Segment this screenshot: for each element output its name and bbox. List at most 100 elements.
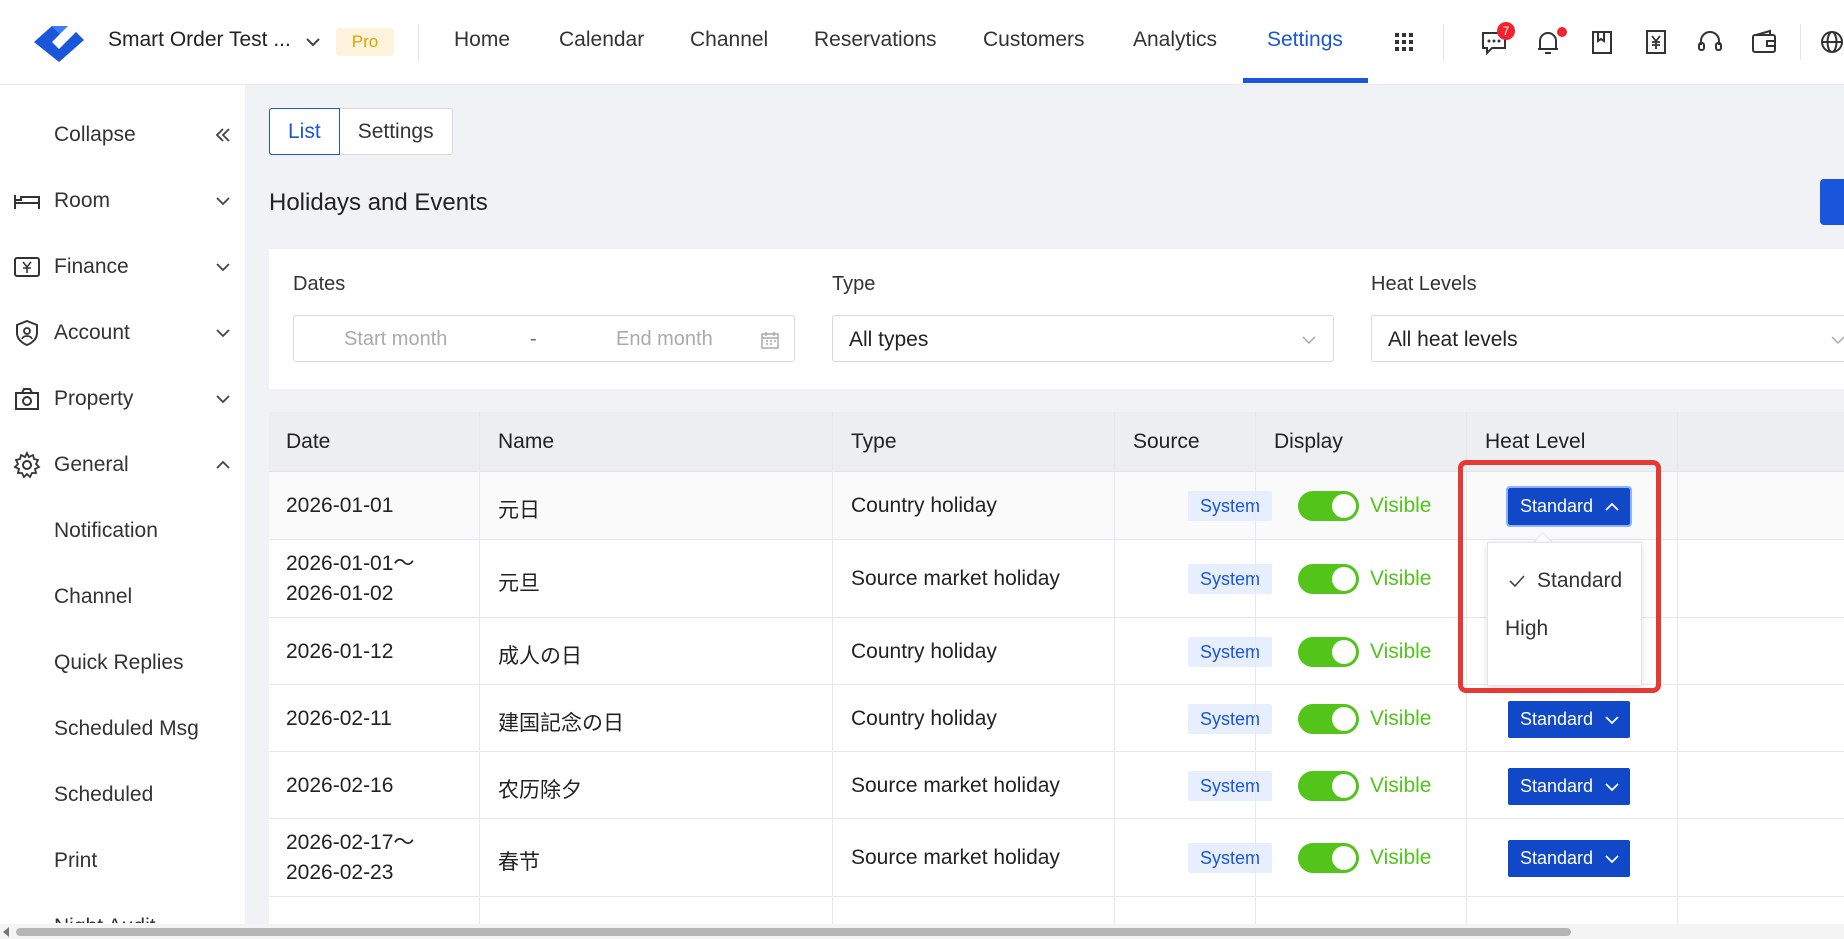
apps-grid-icon[interactable]	[1388, 26, 1420, 58]
date-cell: 2026-01-12	[286, 639, 394, 663]
name-cell: 元旦	[498, 572, 540, 595]
column-divider	[1255, 412, 1256, 928]
chevron-down-icon	[1605, 715, 1619, 724]
tab-settings[interactable]: Settings	[339, 108, 453, 155]
display-status: Visible	[1370, 846, 1432, 869]
date-cell: 2026-02-11	[286, 706, 392, 730]
type-select-value: All types	[849, 328, 929, 351]
horizontal-scrollbar[interactable]	[0, 924, 1844, 939]
nav-settings[interactable]: Settings	[1267, 28, 1343, 52]
column-divider	[1114, 412, 1115, 928]
sidebar-subitem-print[interactable]: Print	[0, 841, 245, 881]
column-header-source: Source	[1133, 430, 1200, 453]
date-end: 2026-01-02	[286, 582, 394, 605]
source-tag: System	[1188, 491, 1272, 521]
table-row: 2026-02-11 建国記念の日 Country holiday System Vis…	[269, 685, 1844, 752]
display-toggle[interactable]	[1298, 636, 1359, 667]
headset-icon[interactable]	[1694, 26, 1726, 58]
nav-reservations[interactable]: Reservations	[814, 28, 937, 52]
toggle-knob	[1332, 706, 1356, 731]
bed-icon	[14, 195, 40, 209]
brand-logo-icon[interactable]	[30, 20, 88, 64]
table-row: 2026-02-17～ 2026-02-23 春节 Source market hol…	[269, 819, 1844, 897]
date-range-picker[interactable]: Start month - End month	[293, 315, 795, 362]
table-row: 2026-02-16 农历除夕 Source market holiday Syste…	[269, 752, 1844, 819]
heat-levels-filter-label: Heat Levels	[1371, 273, 1477, 295]
display-status: Visible	[1370, 773, 1432, 797]
start-month-input[interactable]: Start month	[344, 328, 447, 351]
display-toggle[interactable]	[1298, 491, 1359, 521]
view-switcher: List Settings	[269, 108, 453, 155]
nav-home[interactable]: Home	[454, 28, 510, 52]
sidebar-item-label: Property	[54, 387, 134, 410]
sidebar-subitem-scheduled-msg[interactable]: Scheduled Msg	[0, 709, 245, 749]
sidebar-subitem-notification[interactable]: Notification	[0, 511, 245, 551]
chevron-down-icon[interactable]	[303, 32, 323, 52]
date-cell: 2026-01-01～ 2026-01-02	[286, 549, 414, 609]
property-name[interactable]: Smart Order Test ...	[108, 28, 291, 52]
type-cell: Source market holiday	[851, 846, 1060, 869]
plan-badge: Pro	[336, 28, 394, 56]
sidebar-subitem-scheduled[interactable]: Scheduled	[0, 775, 245, 815]
chevron-down-icon	[216, 197, 230, 206]
wallet-icon[interactable]	[1748, 26, 1780, 58]
heat-level-button[interactable]: Standard	[1508, 767, 1630, 805]
sidebar-collapse[interactable]: Collapse	[0, 115, 245, 155]
highlight-annotation-box	[1458, 460, 1661, 693]
display-toggle[interactable]	[1298, 843, 1359, 873]
globe-icon[interactable]	[1816, 26, 1844, 58]
display-toggle[interactable]	[1298, 770, 1359, 801]
divider	[418, 24, 419, 60]
chevron-down-icon	[1831, 336, 1844, 345]
sidebar-subitem-channel[interactable]: Channel	[0, 577, 245, 617]
sidebar-item-account[interactable]: Account	[0, 313, 245, 353]
sidebar-item-finance[interactable]: Finance	[0, 247, 245, 287]
notification-dot	[1557, 27, 1567, 37]
display-toggle[interactable]	[1298, 564, 1359, 594]
type-filter-label: Type	[832, 273, 876, 295]
sidebar-item-label: Account	[54, 321, 130, 344]
scroll-left-arrow-icon[interactable]	[3, 927, 9, 937]
name-cell: 成人の日	[498, 644, 582, 668]
sidebar-subitem-label: Quick Replies	[54, 651, 184, 674]
date-cell: 2026-02-17～ 2026-02-23	[286, 828, 414, 888]
sidebar-subitem-quick-replies[interactable]: Quick Replies	[0, 643, 245, 683]
sidebar-item-label: General	[54, 453, 129, 476]
sidebar-item-general[interactable]: General	[0, 445, 245, 485]
type-cell: Country holiday	[851, 494, 997, 517]
scrollbar-thumb[interactable]	[16, 928, 1571, 936]
add-button[interactable]	[1820, 179, 1844, 225]
chevron-down-icon	[1302, 336, 1316, 345]
heat-level-button[interactable]: Standard	[1508, 840, 1630, 877]
sidebar-subitem-label: Scheduled Msg	[54, 717, 199, 740]
source-tag: System	[1188, 843, 1272, 873]
heat-level-label: Standard	[1520, 708, 1594, 729]
source-tag: System	[1188, 770, 1272, 801]
chevron-down-icon	[1605, 855, 1619, 864]
nav-customers[interactable]: Customers	[983, 28, 1085, 52]
page-title: Holidays and Events	[269, 189, 488, 216]
nav-analytics[interactable]: Analytics	[1133, 28, 1217, 52]
dates-filter-label: Dates	[293, 273, 346, 295]
sidebar-item-room[interactable]: Room	[0, 181, 245, 221]
heat-level-select[interactable]: All heat levels	[1371, 315, 1844, 362]
calendar-icon	[761, 332, 779, 349]
sidebar-item-label: Finance	[54, 255, 129, 278]
message-count-badge: 7	[1497, 22, 1515, 40]
bookmark-icon[interactable]	[1586, 26, 1618, 58]
double-chevron-left-icon[interactable]	[212, 125, 234, 145]
display-status: Visible	[1370, 639, 1432, 663]
nav-calendar[interactable]: Calendar	[559, 28, 644, 52]
yen-receipt-icon[interactable]	[1640, 26, 1672, 58]
display-toggle[interactable]	[1298, 703, 1359, 734]
nav-channel[interactable]: Channel	[690, 28, 768, 52]
heat-level-button[interactable]: Standard	[1508, 700, 1630, 738]
filter-panel: Dates Start month - End month Type All t…	[269, 249, 1844, 389]
heat-level-label: Standard	[1520, 848, 1594, 868]
sidebar-subitem-night-audit[interactable]: Night Audit	[0, 907, 245, 923]
sidebar-item-property[interactable]: Property	[0, 379, 245, 419]
column-header-name: Name	[498, 430, 555, 453]
type-select[interactable]: All types	[832, 315, 1334, 362]
tab-list[interactable]: List	[269, 108, 340, 155]
end-month-input[interactable]: End month	[616, 328, 713, 351]
